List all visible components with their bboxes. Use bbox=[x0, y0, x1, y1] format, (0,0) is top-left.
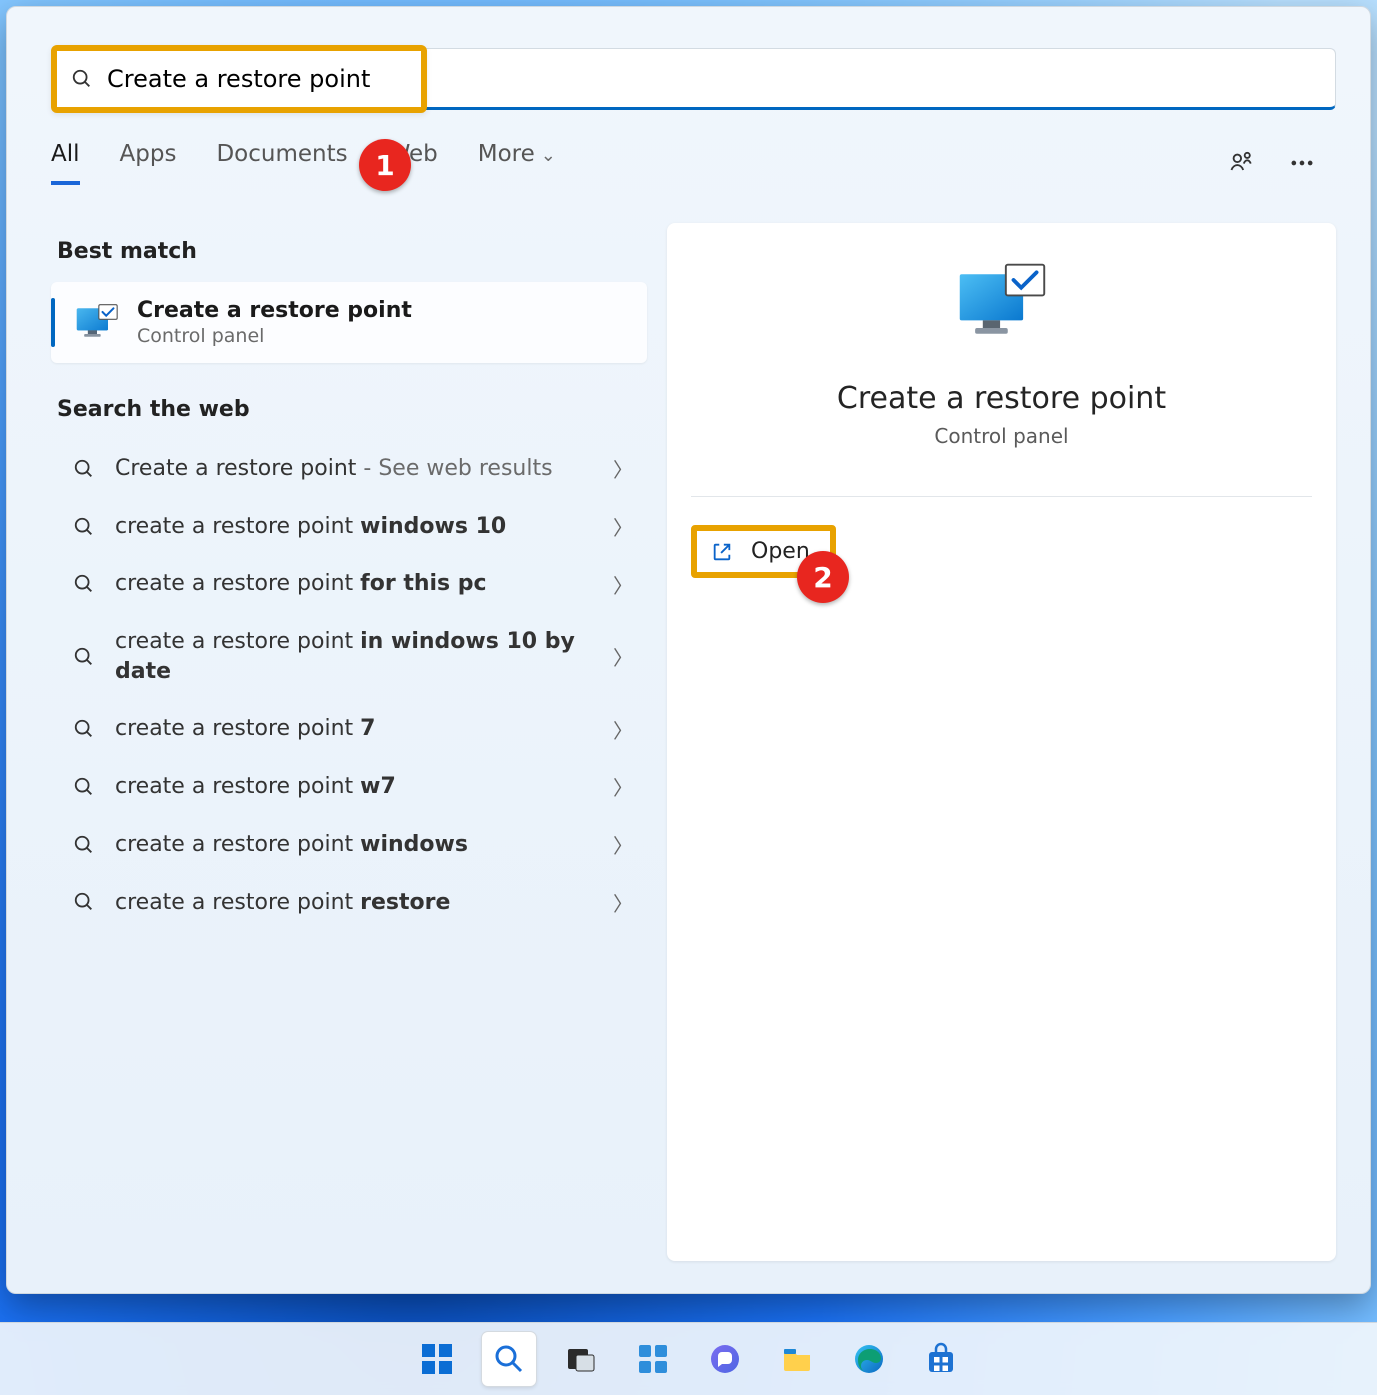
results-column: Best match Create a restore point Contro… bbox=[51, 223, 647, 1261]
open-label: Open bbox=[751, 539, 810, 564]
tab-all[interactable]: All bbox=[51, 141, 80, 185]
taskbar-file-explorer[interactable] bbox=[770, 1332, 824, 1386]
web-result-3[interactable]: create a restore point in windows 10 by … bbox=[51, 613, 647, 700]
search-icon bbox=[73, 646, 95, 668]
taskbar-start[interactable] bbox=[410, 1332, 464, 1386]
preview-monitor-icon bbox=[954, 263, 1050, 347]
taskbar-search[interactable] bbox=[482, 1332, 536, 1386]
account-icon[interactable] bbox=[1228, 149, 1256, 177]
tab-more[interactable]: More⌄ bbox=[478, 141, 556, 185]
chevron-right-icon: 〉 bbox=[613, 570, 633, 599]
chevron-down-icon: ⌄ bbox=[541, 145, 556, 166]
search-input[interactable] bbox=[107, 65, 407, 93]
web-result-text: create a restore point windows 10 bbox=[115, 512, 593, 542]
divider bbox=[691, 496, 1312, 497]
taskbar-widgets[interactable] bbox=[626, 1332, 680, 1386]
preview-title: Create a restore point bbox=[837, 381, 1166, 416]
search-window: All Apps Documents Web More⌄ Best match bbox=[6, 6, 1371, 1294]
tab-apps[interactable]: Apps bbox=[120, 141, 177, 185]
taskbar-store[interactable] bbox=[914, 1332, 968, 1386]
annotation-badge-1: 1 bbox=[359, 139, 411, 191]
search-icon bbox=[73, 891, 95, 913]
chevron-right-icon: 〉 bbox=[613, 772, 633, 801]
chevron-right-icon: 〉 bbox=[613, 888, 633, 917]
selection-indicator bbox=[51, 298, 55, 347]
web-result-1[interactable]: create a restore point windows 10 〉 bbox=[51, 498, 647, 556]
taskbar-task-view[interactable] bbox=[554, 1332, 608, 1386]
taskbar-chat[interactable] bbox=[698, 1332, 752, 1386]
web-result-text: create a restore point for this pc bbox=[115, 569, 593, 599]
search-icon bbox=[73, 573, 95, 595]
chevron-right-icon: 〉 bbox=[613, 830, 633, 859]
preview-pane: Create a restore point Control panel Ope… bbox=[667, 223, 1336, 1261]
web-result-5[interactable]: create a restore point w7 〉 bbox=[51, 758, 647, 816]
chevron-right-icon: 〉 bbox=[613, 642, 633, 671]
search-web-label: Search the web bbox=[57, 397, 641, 422]
search-icon bbox=[71, 68, 93, 90]
web-result-7[interactable]: create a restore point restore 〉 bbox=[51, 874, 647, 932]
open-external-icon bbox=[711, 541, 733, 563]
web-result-2[interactable]: create a restore point for this pc 〉 bbox=[51, 555, 647, 613]
web-result-text: create a restore point restore bbox=[115, 888, 593, 918]
best-match-subtitle: Control panel bbox=[137, 325, 412, 347]
preview-subtitle: Control panel bbox=[934, 424, 1068, 448]
web-result-0[interactable]: Create a restore point - See web results… bbox=[51, 440, 647, 498]
more-options-icon[interactable] bbox=[1288, 149, 1316, 177]
taskbar bbox=[0, 1322, 1377, 1395]
web-result-text: create a restore point windows bbox=[115, 830, 593, 860]
web-result-4[interactable]: create a restore point 7 〉 bbox=[51, 700, 647, 758]
taskbar-edge[interactable] bbox=[842, 1332, 896, 1386]
web-result-text: create a restore point 7 bbox=[115, 714, 593, 744]
search-icon bbox=[73, 834, 95, 856]
web-results-list: Create a restore point - See web results… bbox=[51, 440, 647, 931]
search-icon bbox=[73, 458, 95, 480]
search-input-extension[interactable] bbox=[425, 48, 1336, 110]
monitor-icon bbox=[75, 304, 119, 342]
chevron-right-icon: 〉 bbox=[613, 454, 633, 483]
web-result-text: create a restore point in windows 10 by … bbox=[115, 627, 593, 686]
web-result-text: create a restore point w7 bbox=[115, 772, 593, 802]
best-match-result[interactable]: Create a restore point Control panel bbox=[51, 282, 647, 363]
search-icon bbox=[73, 718, 95, 740]
web-result-6[interactable]: create a restore point windows 〉 bbox=[51, 816, 647, 874]
web-result-text: Create a restore point - See web results bbox=[115, 454, 593, 484]
search-input-highlight[interactable] bbox=[51, 45, 427, 113]
search-icon bbox=[73, 776, 95, 798]
tab-documents[interactable]: Documents bbox=[216, 141, 347, 185]
search-bar bbox=[51, 45, 1336, 113]
best-match-label: Best match bbox=[57, 239, 641, 264]
search-icon bbox=[73, 516, 95, 538]
filter-tabs: All Apps Documents Web More⌄ bbox=[51, 141, 1326, 185]
chevron-right-icon: 〉 bbox=[613, 512, 633, 541]
best-match-title: Create a restore point bbox=[137, 298, 412, 323]
annotation-badge-2: 2 bbox=[797, 551, 849, 603]
chevron-right-icon: 〉 bbox=[613, 715, 633, 744]
